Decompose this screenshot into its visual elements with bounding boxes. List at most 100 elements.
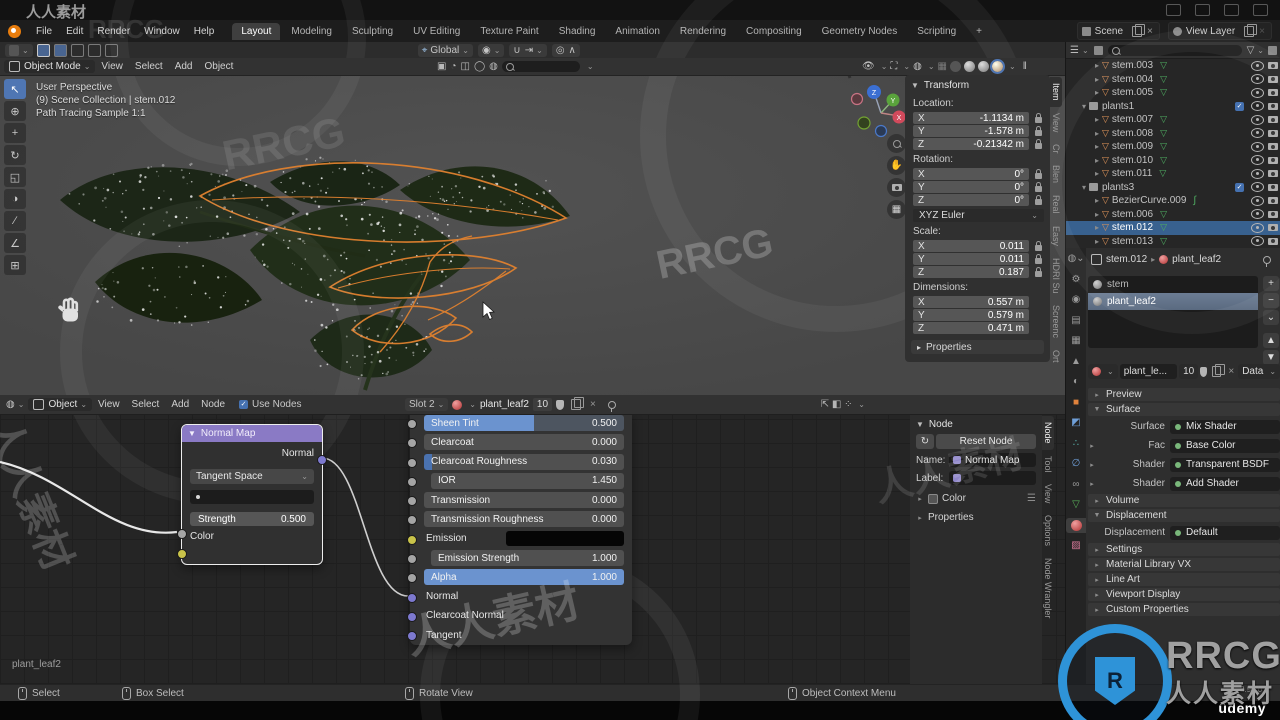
outliner-row-stem-010[interactable]: ▸ ▽ stem.010 ▽	[1066, 154, 1280, 168]
socket-vector[interactable]	[407, 592, 417, 603]
shader-value-base-color[interactable]: Base Color	[1170, 438, 1280, 453]
bsdf-slider[interactable]: Alpha 1.000	[424, 569, 624, 586]
mode-icon-4[interactable]	[104, 43, 118, 57]
annotate-tool-button[interactable]: ∕	[4, 211, 26, 231]
shader-value-add-shader[interactable]: Add Shader	[1170, 476, 1280, 491]
expand-icon[interactable]: ▸	[1092, 75, 1102, 84]
workspace-tab-texture-paint[interactable]: Texture Paint	[471, 23, 547, 40]
hide-viewport-icon[interactable]	[1251, 236, 1264, 247]
sidebar-tab-hdri-su[interactable]: HDRI Su	[1050, 252, 1062, 300]
header-search-input[interactable]	[501, 61, 580, 72]
vis-toggle-icon-4[interactable]: ◯	[474, 61, 485, 72]
outliner-search-input[interactable]	[1107, 44, 1242, 56]
sidebar-tab-ort[interactable]: Ort	[1050, 344, 1062, 369]
bsdf-slider[interactable]: IOR 1.450	[431, 472, 624, 489]
breadcrumb-material[interactable]: plant_leaf2	[1172, 254, 1221, 265]
bsdf-slider[interactable]: Emission Strength 1.000	[431, 550, 624, 567]
disable-render-icon[interactable]	[1268, 75, 1278, 83]
normal-output-socket[interactable]	[317, 455, 327, 465]
breadcrumb-object[interactable]: stem.012	[1106, 254, 1147, 265]
object-tab[interactable]: ■	[1067, 395, 1085, 410]
blender-logo-icon[interactable]	[8, 24, 21, 38]
new-view-layer-icon[interactable]	[1244, 23, 1258, 37]
select-box-tool-icon[interactable]	[36, 43, 50, 57]
sidebar-tab-real[interactable]: Real	[1050, 189, 1062, 220]
transform-field-dimensions-y[interactable]: Y 0.579 m	[913, 309, 1029, 321]
panel-line-art[interactable]: ▸ Line Art	[1088, 573, 1280, 586]
shader-menu-select[interactable]: Select	[126, 397, 166, 412]
shader-value-transparent-bsdf[interactable]: Transparent BSDF	[1170, 457, 1280, 472]
shading-solid-icon[interactable]	[964, 61, 975, 72]
editor-type-dropdown[interactable]: ◍⌄	[1067, 251, 1085, 266]
material-slot-plant-leaf2[interactable]: plant_leaf2	[1088, 293, 1258, 310]
normal-map-node[interactable]: ▼ Normal Map Normal Tangent Space ⌄ Stre…	[177, 424, 327, 565]
menu-window[interactable]: Window	[137, 23, 187, 40]
transform-field-location-z[interactable]: Z -0.21342 m	[913, 138, 1029, 150]
outliner-row-stem-004[interactable]: ▸ ▽ stem.004 ▽	[1066, 73, 1280, 87]
vis-toggle-icon-3[interactable]: ◫	[461, 61, 470, 72]
expand-icon[interactable]: ▸	[1092, 196, 1102, 205]
ortho-grid-icon[interactable]: ▦	[887, 200, 906, 219]
zoom-icon[interactable]	[887, 134, 906, 153]
expand-icon[interactable]: ▸	[1092, 88, 1102, 97]
pan-hand-icon[interactable]: ✋	[887, 156, 906, 175]
workspace-tab-shading[interactable]: Shading	[550, 23, 605, 40]
socket-gray[interactable]	[407, 457, 417, 468]
outliner-row-stem-007[interactable]: ▸ ▽ stem.007 ▽	[1066, 113, 1280, 127]
hide-viewport-icon[interactable]	[1251, 222, 1264, 233]
disable-render-icon[interactable]	[1268, 116, 1278, 124]
socket-gray[interactable]	[407, 496, 417, 507]
sidebar-tab-cr[interactable]: Cr	[1050, 138, 1062, 160]
slot-dropdown[interactable]: Slot 2 ⌄	[405, 398, 449, 411]
emission-color-swatch[interactable]	[506, 531, 624, 547]
shading-material-icon[interactable]	[978, 61, 989, 72]
transform-field-location-x[interactable]: X -1.1134 m	[913, 112, 1029, 124]
bsdf-row-clearcoat-normal[interactable]: Clearcoat Normal	[407, 608, 624, 624]
expand-icon[interactable]: ▸	[1092, 237, 1102, 246]
expand-icon[interactable]: ▸	[1092, 61, 1102, 70]
camera-view-icon[interactable]	[887, 178, 906, 197]
pause-icon[interactable]: ‖	[1023, 61, 1028, 72]
transform-field-location-y[interactable]: Y -1.578 m	[913, 125, 1029, 137]
workspace-tab-scripting[interactable]: Scripting	[908, 23, 965, 40]
disable-render-icon[interactable]	[1268, 62, 1278, 70]
rotate-tool-button[interactable]: ↻	[4, 145, 26, 165]
cast-icon[interactable]	[1195, 4, 1210, 16]
expand-icon[interactable]: ▾	[1079, 102, 1089, 111]
outliner-row-stem-009[interactable]: ▸ ▽ stem.009 ▽	[1066, 140, 1280, 154]
bsdf-row-transmission-roughness[interactable]: Transmission Roughness 0.000	[407, 511, 624, 528]
output-tab[interactable]: ▤	[1067, 313, 1085, 328]
workspace-tab-rendering[interactable]: Rendering	[671, 23, 735, 40]
exclude-checkbox[interactable]: ✓	[1235, 101, 1244, 111]
transform-field-scale-y[interactable]: Y 0.011	[913, 253, 1029, 265]
mode-icon-1[interactable]	[53, 43, 67, 57]
hide-viewport-icon[interactable]	[1251, 114, 1264, 125]
physics-tab[interactable]: ∅	[1067, 456, 1085, 471]
panel-volume[interactable]: ▸ Volume	[1088, 494, 1280, 507]
transform-field-dimensions-z[interactable]: Z 0.471 m	[913, 322, 1029, 334]
gizmo-dropdown-icon[interactable]: ⛶	[890, 61, 897, 72]
bsdf-row-clearcoat[interactable]: Clearcoat 0.000	[407, 434, 624, 451]
slot-specials-dropdown[interactable]: ⌄	[1263, 310, 1279, 325]
texture-tab[interactable]: ▨	[1067, 538, 1085, 553]
outliner-row-stem-006[interactable]: ▸ ▽ stem.006 ▽	[1066, 208, 1280, 222]
sidebar-tab-view[interactable]: View	[1050, 107, 1062, 138]
unlink-material-icon[interactable]: ×	[588, 399, 598, 410]
normal-map-node-header[interactable]: ▼ Normal Map	[182, 425, 322, 442]
socket-gray[interactable]	[407, 438, 417, 449]
hide-viewport-icon[interactable]	[1251, 60, 1264, 71]
copy-material-icon[interactable]	[571, 397, 585, 410]
hide-viewport-icon[interactable]	[1251, 168, 1264, 179]
bsdf-row-ior[interactable]: IOR 1.450	[407, 472, 624, 489]
transform-field-rotation-y[interactable]: Y 0°	[913, 181, 1029, 193]
bsdf-row-tangent[interactable]: Tangent	[407, 627, 624, 643]
disable-render-icon[interactable]	[1268, 129, 1278, 137]
socket-gray[interactable]	[407, 476, 417, 487]
shading-wireframe-icon[interactable]	[950, 61, 961, 72]
scale-tool-button[interactable]: ◱	[4, 167, 26, 187]
socket-vector[interactable]	[407, 631, 417, 642]
disable-render-icon[interactable]	[1268, 102, 1278, 110]
strength-slider[interactable]: Strength 0.500	[190, 512, 314, 526]
disable-render-icon[interactable]	[1268, 210, 1278, 218]
displacement-value[interactable]: Default	[1170, 525, 1280, 540]
